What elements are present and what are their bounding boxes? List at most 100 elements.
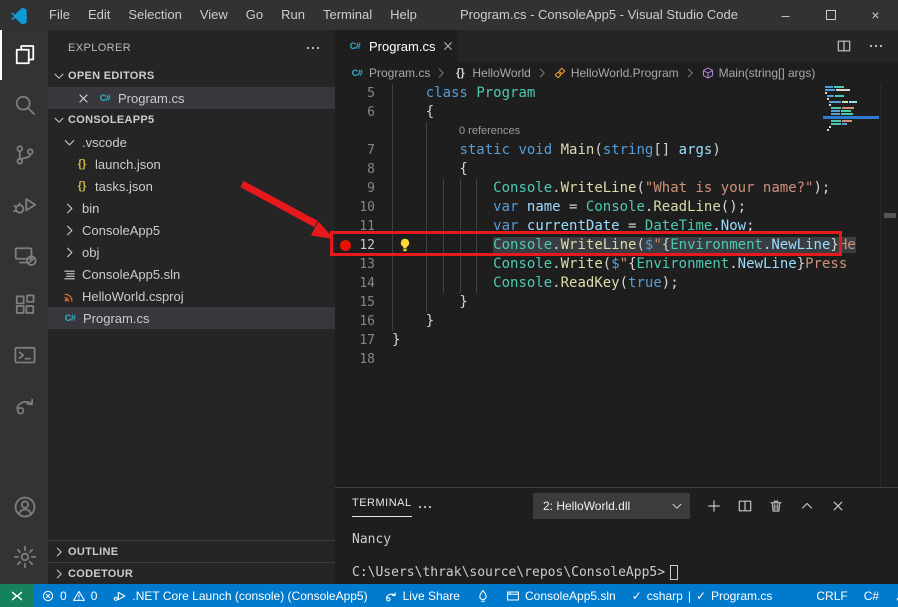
breadcrumb-separator-icon [683,66,697,80]
activity-explorer[interactable] [0,30,48,80]
remote-indicator[interactable] [0,584,33,607]
code-editor[interactable]: 5 class Program6 {0 references7 static v… [335,84,898,487]
line-number[interactable]: 18 [335,350,375,369]
tree-item-bin[interactable]: bin [48,197,335,219]
panel-more-actions-icon[interactable] [417,499,433,515]
code-line-5[interactable]: 5 class Program [335,84,898,103]
tree-item-consoleapp5[interactable]: ConsoleApp5 [48,219,335,241]
close-panel-icon[interactable] [830,498,846,514]
code-line-18[interactable]: 18 [335,350,898,369]
code-line-12[interactable]: 12 Console.WriteLine($"{Environment.NewL… [335,236,898,255]
activity-accounts[interactable] [0,482,48,532]
code-line-17[interactable]: 17} [335,331,898,350]
maximize-button[interactable] [808,0,853,30]
problems-status[interactable]: 0 0 [33,584,105,607]
tree-item-program-cs[interactable]: C#Program.cs [48,307,335,329]
kill-terminal-icon[interactable] [768,498,784,514]
breadcrumb-item[interactable]: HelloWorld.Program [571,66,679,80]
menu-edit[interactable]: Edit [79,0,119,30]
breadcrumb-item[interactable]: Program.cs [369,66,430,80]
new-terminal-icon[interactable] [706,498,722,514]
line-number[interactable]: 13 [335,255,375,274]
tab-program-cs[interactable]: C# Program.cs [335,30,457,62]
codelens-references[interactable]: 0 references [335,122,898,141]
line-number[interactable]: 9 [335,179,375,198]
menu-selection[interactable]: Selection [119,0,190,30]
line-number[interactable]: 14 [335,274,375,293]
breakpoint-icon[interactable] [340,240,351,251]
debug-launch-status[interactable]: .NET Core Launch (console) (ConsoleApp5) [105,584,375,607]
code-line-11[interactable]: 11 var currentDate = DateTime.Now; [335,217,898,236]
open-editors-label: OPEN EDITORS [68,70,155,82]
code-line-10[interactable]: 10 var name = Console.ReadLine(); [335,198,898,217]
maximize-panel-icon[interactable] [799,498,815,514]
activity-search[interactable] [0,80,48,130]
close-icon[interactable] [76,91,91,106]
code-line-15[interactable]: 15 } [335,293,898,312]
split-editor-icon[interactable] [836,38,852,54]
feedback-status[interactable] [887,584,898,607]
tree-item-tasks-json[interactable]: {}tasks.json [48,175,335,197]
code-line-7[interactable]: 7 static void Main(string[] args) [335,141,898,160]
code-line-8[interactable]: 8 { [335,160,898,179]
tree-item--vscode[interactable]: .vscode [48,131,335,153]
line-number[interactable]: 8 [335,160,375,179]
tree-item-consoleapp5-sln[interactable]: ConsoleApp5.sln [48,263,335,285]
breadcrumb-item[interactable]: HelloWorld [472,66,530,80]
project-header[interactable]: CONSOLEAPP5 [48,109,335,131]
code-line-9[interactable]: 9 Console.WriteLine("What is your name?"… [335,179,898,198]
tab-terminal[interactable]: TERMINAL [352,497,412,517]
close-button[interactable]: × [853,0,898,30]
menu-file[interactable]: File [40,0,79,30]
tab-close-icon[interactable] [441,39,455,53]
solution-status[interactable]: ConsoleApp5.sln [498,584,624,607]
minimap[interactable] [823,86,879,134]
flame-status[interactable] [468,584,498,607]
code-line-14[interactable]: 14 Console.ReadKey(true); [335,274,898,293]
tree-item-helloworld-csproj[interactable]: HelloWorld.csproj [48,285,335,307]
menu-run[interactable]: Run [272,0,314,30]
open-editor-item[interactable]: C#Program.cs [48,87,335,109]
split-terminal-icon[interactable] [737,498,753,514]
code-line-16[interactable]: 16 } [335,312,898,331]
section-codetour[interactable]: CODETOUR [48,562,335,584]
menu-help[interactable]: Help [381,0,426,30]
editor-scrollbar[interactable] [880,84,898,487]
eol-status[interactable]: CRLF [808,584,855,607]
breadcrumb-item[interactable]: Main(string[] args) [719,66,816,80]
live-share-status[interactable]: Live Share [376,584,468,607]
line-number[interactable]: 7 [335,141,375,160]
accounts-icon [13,495,37,519]
line-number[interactable]: 11 [335,217,375,236]
line-number[interactable]: 16 [335,312,375,331]
section-outline[interactable]: OUTLINE [48,540,335,562]
line-number[interactable]: 17 [335,331,375,350]
code-line-6[interactable]: 6 { [335,103,898,122]
menu-terminal[interactable]: Terminal [314,0,381,30]
line-number[interactable]: 6 [335,103,375,122]
menu-go[interactable]: Go [237,0,272,30]
activity-live-share[interactable] [0,380,48,430]
more-actions-icon[interactable] [305,40,321,56]
code-line-13[interactable]: 13 Console.Write($"{Environment.NewLine}… [335,255,898,274]
tree-item-launch-json[interactable]: {}launch.json [48,153,335,175]
terminal-prompt-line[interactable]: C:\Users\thrak\source\repos\ConsoleApp5> [352,565,678,580]
minimize-button[interactable]: – [763,0,808,30]
line-number[interactable]: 15 [335,293,375,312]
activity-settings[interactable] [0,532,48,582]
activity-extensions[interactable] [0,280,48,330]
terminal-select[interactable]: 2: HelloWorld.dll [533,493,690,519]
menu-view[interactable]: View [191,0,237,30]
tree-item-obj[interactable]: obj [48,241,335,263]
line-number[interactable]: 5 [335,84,375,103]
lightbulb-icon[interactable] [397,237,413,253]
editor-more-actions-icon[interactable] [868,38,884,54]
activity-remote-explorer[interactable] [0,230,48,280]
language-status[interactable]: C# [856,584,887,607]
line-number[interactable]: 10 [335,198,375,217]
open-editors-header[interactable]: OPEN EDITORS [48,65,335,87]
activity-run-debug[interactable] [0,180,48,230]
activity-powershell[interactable] [0,330,48,380]
activity-source-control[interactable] [0,130,48,180]
task-status[interactable]: ✓ csharp | ✓ Program.cs [624,584,781,607]
